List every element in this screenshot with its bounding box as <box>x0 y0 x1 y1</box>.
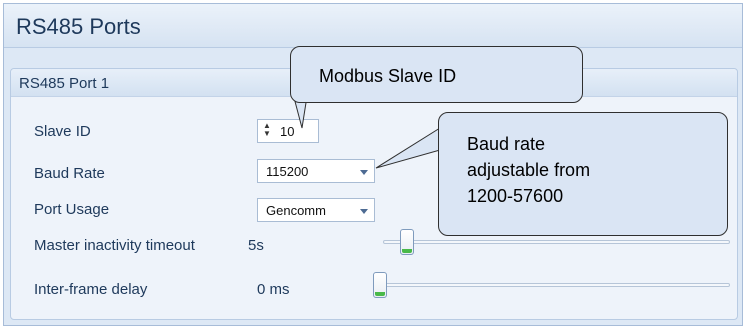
modbus-slave-id-callout: Modbus Slave ID <box>290 46 583 103</box>
baud-rate-label: Baud Rate <box>34 165 105 182</box>
inter-frame-delay-slider-track[interactable] <box>373 283 730 287</box>
master-inactivity-slider-track[interactable] <box>383 240 730 244</box>
chevron-down-icon[interactable] <box>360 170 368 175</box>
callout-line-3: 1200-57600 <box>467 186 564 206</box>
callout-text: Modbus Slave ID <box>319 66 457 86</box>
baud-rate-callout: Baud rate adjustable from 1200-57600 <box>438 112 728 236</box>
baud-rate-dropdown[interactable]: 115200 <box>257 159 375 183</box>
port-usage-label: Port Usage <box>34 201 110 218</box>
master-inactivity-value: 5s <box>248 237 264 254</box>
inter-frame-delay-label: Inter-frame delay <box>34 281 148 298</box>
master-inactivity-slider-thumb[interactable] <box>399 229 414 255</box>
window-title: RS485 Ports <box>16 14 141 39</box>
callout-line-2: adjustable from <box>467 160 591 180</box>
up-down-arrows-icon[interactable]: ▲ ▼ <box>262 122 272 140</box>
port-usage-value: Gencomm <box>266 203 326 218</box>
group-title: RS485 Port 1 <box>19 75 110 92</box>
callout-line-1: Baud rate <box>467 134 546 154</box>
slave-id-label: Slave ID <box>34 123 91 140</box>
master-inactivity-label: Master inactivity timeout <box>34 237 195 254</box>
inter-frame-delay-value: 0 ms <box>257 281 290 298</box>
baud-rate-value: 115200 <box>266 164 309 179</box>
chevron-down-icon[interactable] <box>360 209 368 214</box>
port-usage-dropdown[interactable]: Gencomm <box>257 198 375 222</box>
inter-frame-delay-slider-thumb[interactable] <box>373 272 387 298</box>
window-header: RS485 Ports <box>4 4 742 48</box>
